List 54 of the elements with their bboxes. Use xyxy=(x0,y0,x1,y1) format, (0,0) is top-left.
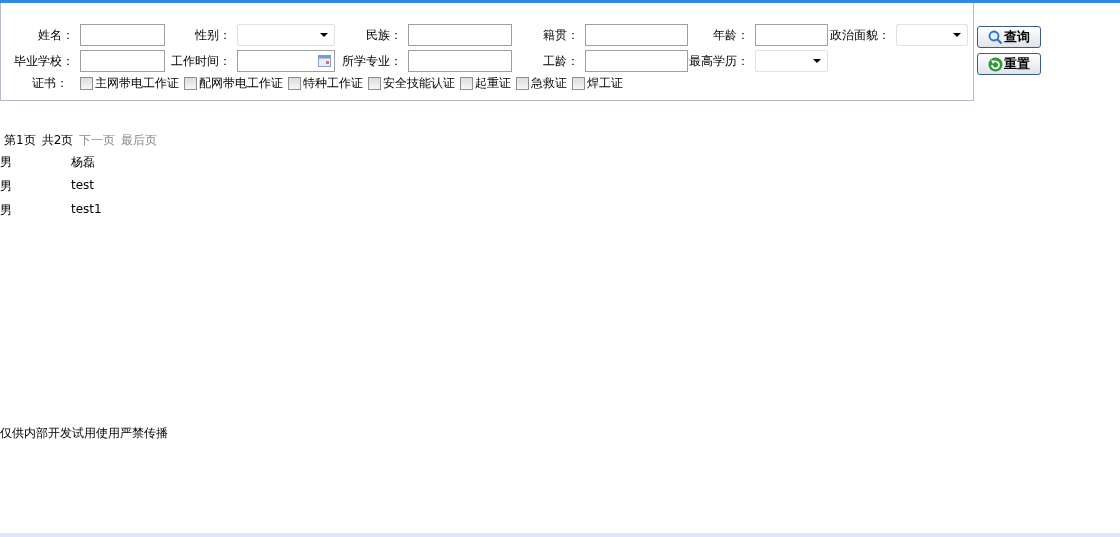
text-field[interactable] xyxy=(585,50,688,72)
reset-button[interactable]: 重置 xyxy=(977,53,1041,75)
field-label: 籍贯： xyxy=(542,26,580,44)
text-field[interactable] xyxy=(408,24,512,46)
checkbox-label: 配网带电工作证 xyxy=(199,75,283,92)
checkbox[interactable] xyxy=(516,77,529,90)
checkbox-label: 焊工证 xyxy=(587,75,623,92)
dropdown-field[interactable] xyxy=(237,24,335,46)
dropdown-field[interactable] xyxy=(755,50,828,72)
checkbox[interactable] xyxy=(184,77,197,90)
checkbox-label: 起重证 xyxy=(475,75,511,92)
dropdown-arrow-icon xyxy=(953,33,961,37)
pager-link[interactable]: 第1页 xyxy=(4,132,36,149)
checkbox-label: 主网带电工作证 xyxy=(95,75,179,92)
text-field[interactable] xyxy=(755,24,828,46)
text-field[interactable] xyxy=(408,50,512,72)
field-label: 证书： xyxy=(31,75,69,92)
field-label: 民族： xyxy=(365,26,403,44)
pager-link[interactable]: 共2页 xyxy=(41,132,74,149)
checkbox[interactable] xyxy=(572,77,585,90)
name-cell-text: test xyxy=(71,178,95,194)
dropdown-arrow-icon xyxy=(320,33,328,37)
checkbox[interactable] xyxy=(460,77,473,90)
calendar-icon[interactable] xyxy=(318,55,331,67)
field-label: 政治面貌： xyxy=(829,26,891,44)
name-cell-text: test1 xyxy=(71,202,102,218)
checkbox-label: 安全技能认证 xyxy=(383,75,455,92)
dropdown-arrow-icon xyxy=(813,59,821,63)
text-field[interactable] xyxy=(585,24,688,46)
field-label: 年龄： xyxy=(712,26,750,44)
checkbox[interactable] xyxy=(368,77,381,90)
gender-cell-text: 男 xyxy=(0,202,13,219)
refresh-icon xyxy=(988,56,1003,72)
field-label: 工作时间： xyxy=(170,52,232,70)
search-button[interactable]: 查询 xyxy=(977,26,1041,48)
field-label: 最高学历： xyxy=(688,52,750,70)
field-label: 工龄： xyxy=(542,52,580,70)
field-label: 毕业学校： xyxy=(13,52,75,70)
checkbox-label: 特种工作证 xyxy=(303,75,363,92)
footer-notice: 仅供内部开发试用使用严禁传播 xyxy=(0,425,169,442)
date-field[interactable] xyxy=(237,50,335,72)
search-icon xyxy=(988,29,1003,45)
gender-cell-text: 男 xyxy=(0,178,13,195)
checkbox[interactable] xyxy=(288,77,301,90)
gender-cell-text: 男 xyxy=(0,154,13,171)
dropdown-field[interactable] xyxy=(896,24,968,46)
checkbox-label: 急救证 xyxy=(531,75,567,92)
checkbox[interactable] xyxy=(80,77,93,90)
text-field[interactable] xyxy=(80,50,165,72)
field-label: 所学专业： xyxy=(341,52,403,70)
field-label: 姓名： xyxy=(37,26,75,44)
text-field[interactable] xyxy=(80,24,165,46)
field-label: 性别： xyxy=(194,26,232,44)
name-cell: 杨磊 xyxy=(71,154,95,171)
